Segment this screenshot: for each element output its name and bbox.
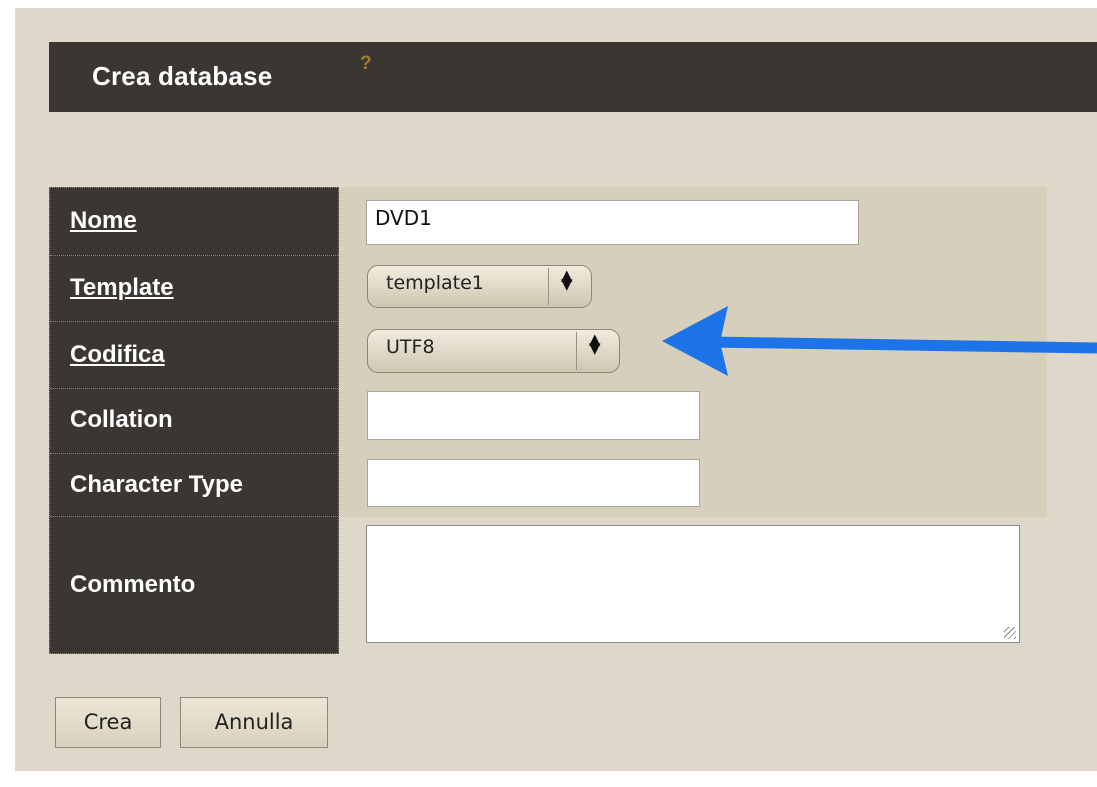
updown-arrows-icon: ▲ ▼ xyxy=(589,330,601,357)
nome-label[interactable]: Nome xyxy=(70,207,137,235)
template-select-value: template1 xyxy=(386,272,484,294)
label-row-template: Template xyxy=(50,256,338,322)
codifica-select[interactable]: UTF8 ▲ ▼ xyxy=(367,329,620,373)
annulla-button[interactable]: Annulla xyxy=(180,697,328,748)
resize-grip-icon[interactable] xyxy=(1004,627,1016,639)
nome-input[interactable]: DVD1 xyxy=(366,200,859,245)
help-link[interactable]: ? xyxy=(360,53,372,75)
character-type-label: Character Type xyxy=(70,471,243,498)
annotation-arrow-icon xyxy=(662,306,1097,376)
template-label[interactable]: Template xyxy=(70,274,174,302)
collation-label: Collation xyxy=(70,406,173,433)
page-title: Crea database xyxy=(92,61,273,91)
template-select[interactable]: template1 ▲ ▼ xyxy=(367,265,592,308)
character-type-input[interactable] xyxy=(367,459,700,507)
updown-arrows-icon: ▲ ▼ xyxy=(561,266,573,293)
label-row-commento: Commento xyxy=(50,517,338,653)
collation-input[interactable] xyxy=(367,391,700,440)
codifica-select-divider xyxy=(576,332,577,370)
commento-label: Commento xyxy=(70,571,196,598)
label-row-collation: Collation xyxy=(50,389,338,454)
label-row-character-type: Character Type xyxy=(50,454,338,517)
title-bar: Crea database ? xyxy=(49,42,1097,112)
commento-textarea[interactable] xyxy=(366,525,1020,643)
template-select-divider xyxy=(548,268,549,305)
crea-button[interactable]: Crea xyxy=(55,697,161,748)
codifica-label[interactable]: Codifica xyxy=(70,341,165,369)
codifica-select-value: UTF8 xyxy=(386,336,435,358)
label-row-nome: Nome xyxy=(50,188,338,256)
label-column: Nome Template Codifica Collation Charact… xyxy=(49,187,339,654)
label-row-codifica: Codifica xyxy=(50,322,338,389)
